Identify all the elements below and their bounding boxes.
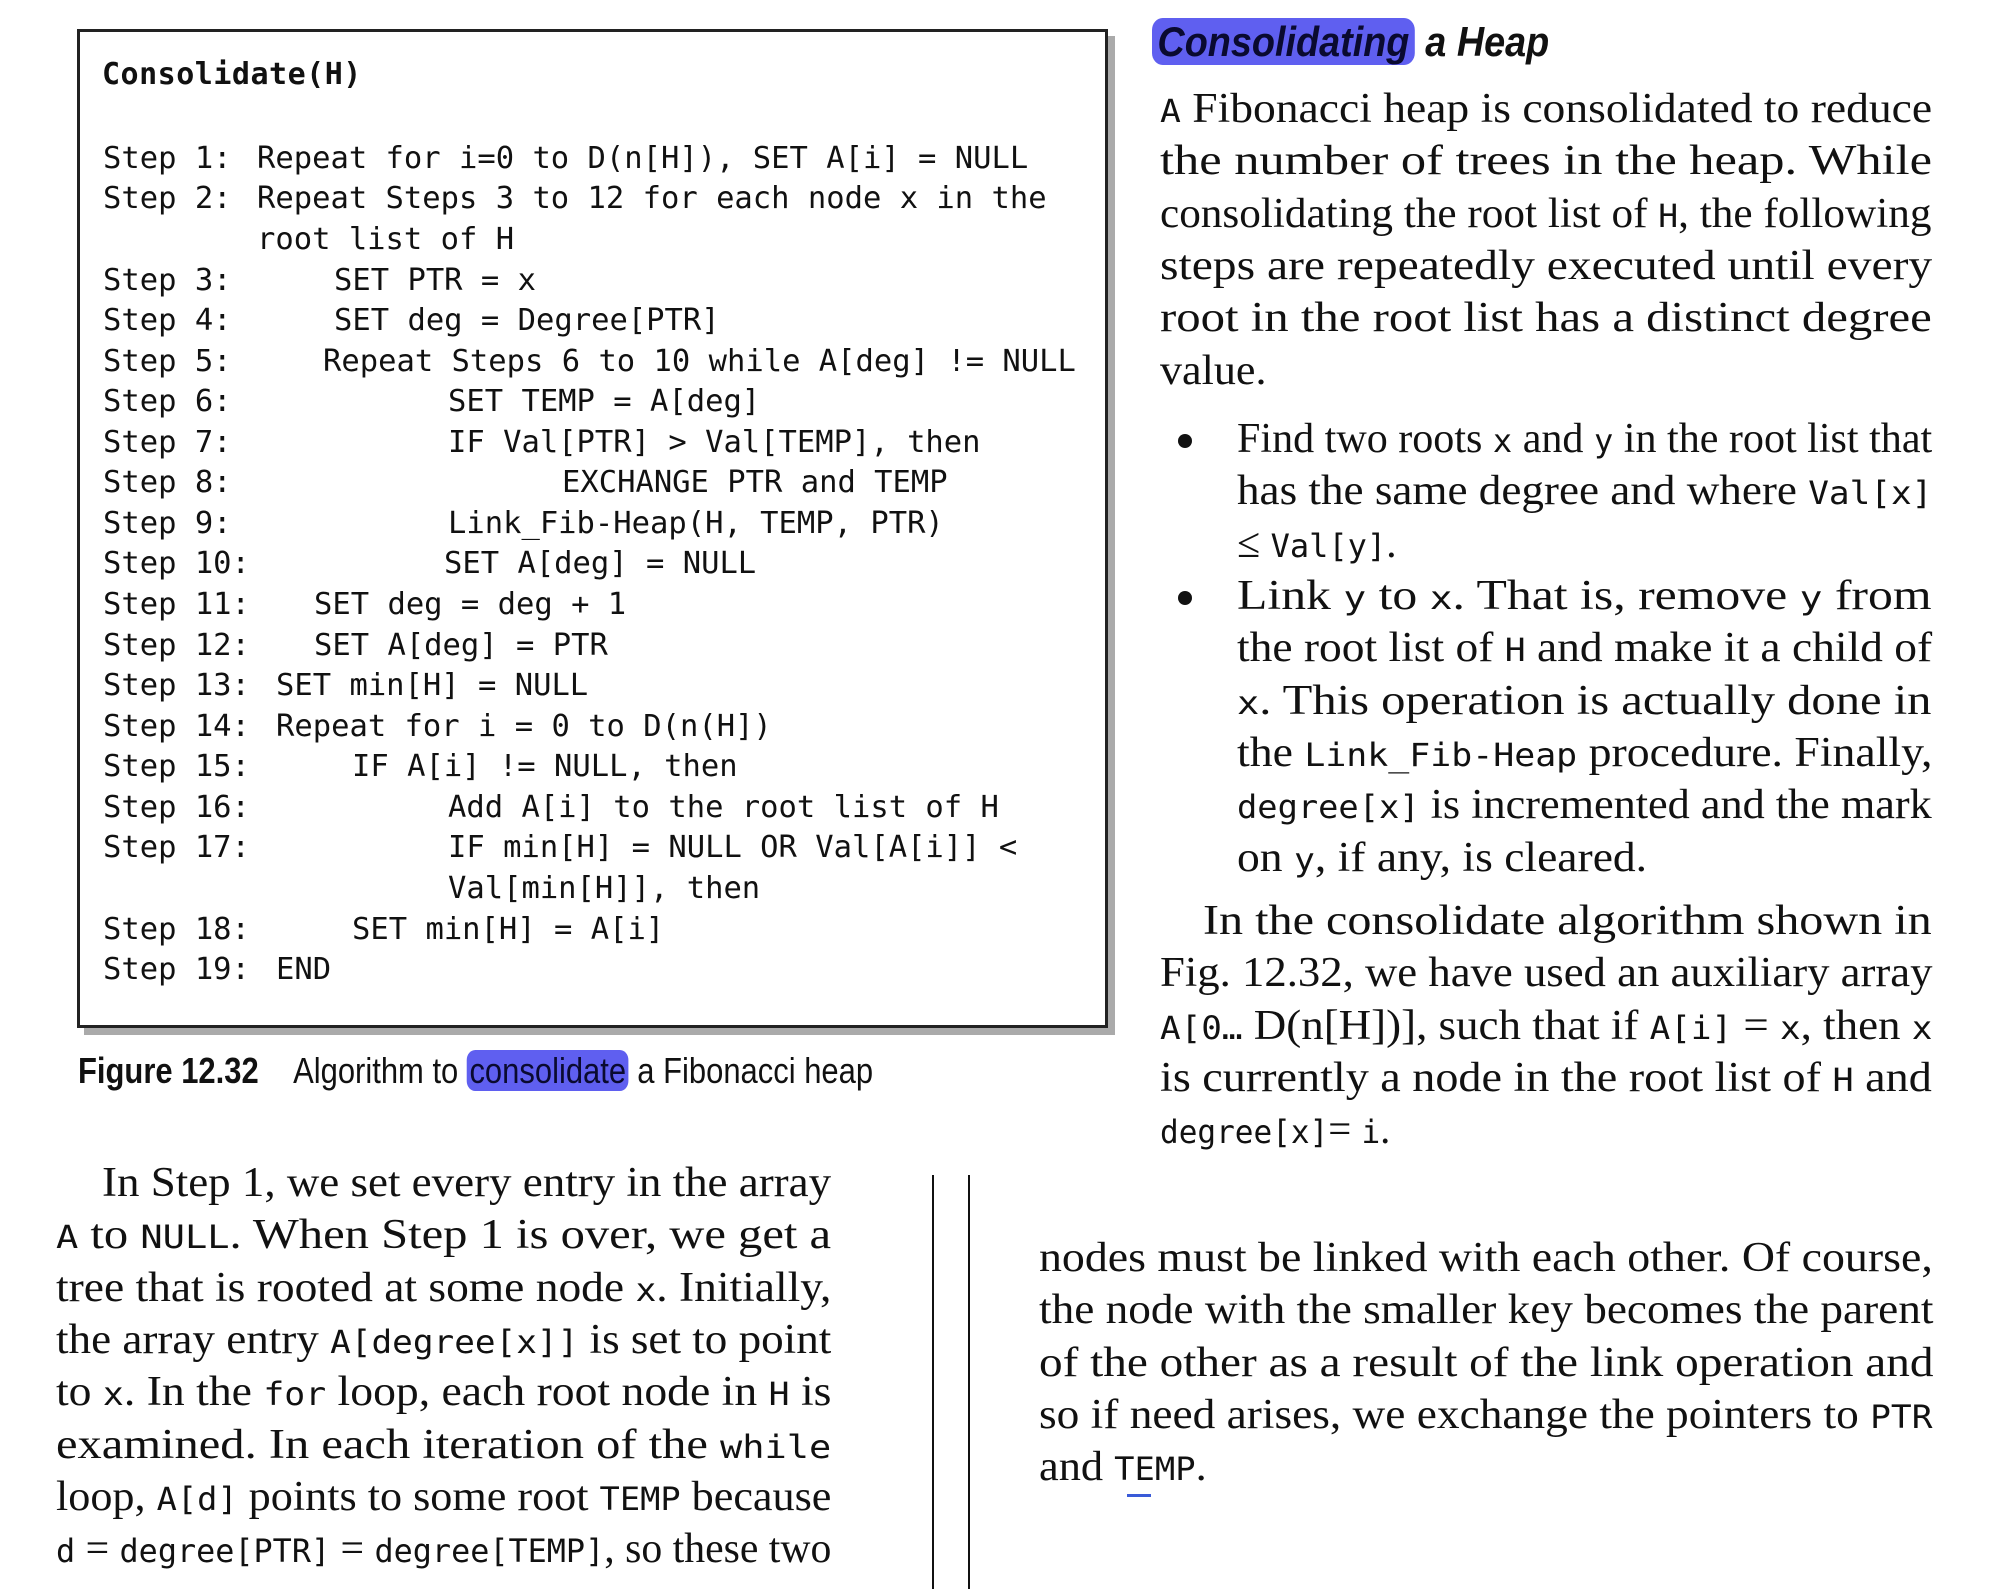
left-column-line: tree that is rooted at some node x. Init… [56,1264,832,1311]
algorithm-step-code: IF Val[PTR] > Val[TEMP], then [448,425,981,460]
caption-text-before: Algorithm to [293,1050,467,1091]
intro-paragraph-line: steps are repeatedly executed until ever… [1160,242,1933,289]
bullet-dot [1178,591,1192,605]
bullet-line: the Link_Fib-Heap procedure. Finally, [1237,729,1933,776]
algorithm-step-label: Step 4: [103,303,232,338]
column-rule-right [968,1175,970,1589]
paragraph-line: is currently a node in the root list of … [1160,1054,1932,1101]
bullet-line: on y, if any, is cleared. [1237,834,1648,881]
algorithm-step-label: Step 12: [103,628,250,663]
heading-highlighted-word: Consolidating [1152,18,1415,65]
left-column-line: loop, A[d] points to some root TEMP beca… [56,1473,832,1520]
algorithm-step-code: Val[min[H]], then [448,871,761,906]
algorithm-step-label: Step 19: [103,952,250,987]
algorithm-step-code: Link_Fib-Heap(H, TEMP, PTR) [448,506,944,541]
bullet-line: Link y to x. That is, remove y from [1237,573,1932,619]
algorithm-step-label: Step 10: [103,546,250,581]
algorithm-step-code: IF min[H] = NULL OR Val[A[i]] < [448,830,1018,865]
left-column-line: In Step 1, we set every entry in the arr… [102,1160,832,1206]
left-column-line: the array entry A[degree[x]] is set to p… [56,1316,832,1363]
left-column-line: to x. In the for loop, each root node in… [56,1369,832,1416]
algorithm-step-label: Step 3: [103,263,232,298]
algorithm-step-code: root list of H [257,222,515,257]
paragraph-line: In the consolidate algorithm shown in [1203,898,1932,944]
right-column-line: nodes must be linked with each other. Of… [1039,1235,1933,1281]
algorithm-step-code: SET TEMP = A[deg] [448,384,761,419]
heading-rest: a Heap [1414,18,1550,65]
algorithm-step-code: Repeat for i = 0 to D(n(H]) [276,709,772,744]
section-heading: Consolidating a Heap [1152,18,1549,66]
algorithm-step-code: SET min[H] = NULL [276,668,589,703]
algorithm-title: Consolidate(H) [102,57,362,92]
algorithm-step-label: Step 15: [103,749,250,784]
caption-text-after: a Fibonacci heap [628,1050,874,1091]
intro-paragraph-line: consolidating the root list of H, the fo… [1160,190,1932,237]
algorithm-step-code: Repeat Steps 3 to 12 for each node x in … [257,181,1047,216]
algorithm-step-code: SET PTR = x [334,263,536,298]
paragraph-line: A[0… D(n[H])], such that if A[i] = x, th… [1160,1002,1933,1049]
right-column-line: of the other as a result of the link ope… [1039,1339,1934,1386]
left-column-line: examined. In each iteration of the while [56,1421,832,1468]
left-column-line: A to NULL. When Step 1 is over, we get a [56,1212,832,1259]
algorithm-step-label: Step 13: [103,668,250,703]
algorithm-step-label: Step 7: [103,425,232,460]
algorithm-step-code: SET deg = deg + 1 [314,587,627,622]
intro-paragraph-line: A Fibonacci heap is consolidated to redu… [1160,86,1933,132]
column-rule-left [932,1175,934,1589]
algorithm-step-label: Step 16: [103,790,250,825]
algorithm-step-label: Step 17: [103,830,250,865]
algorithm-step-code: Add A[i] to the root list of H [448,790,999,825]
caption-highlighted-word: consolidate [466,1050,629,1091]
figure-caption: Figure 12.32 Algorithm to consolidate a F… [78,1050,873,1092]
bullet-line: degree[x] is incremented and the mark [1237,782,1932,829]
intro-paragraph-line: the number of trees in the heap. While [1160,138,1933,185]
right-column-line: so if need arises, we exchange the point… [1039,1391,1933,1438]
algorithm-step-code: SET min[H] = A[i] [352,912,665,947]
paragraph-line: degree[x]= i. [1160,1107,1391,1154]
algorithm-step-label: Step 2: [103,181,232,216]
bullet-line: x. This operation is actually done in [1237,677,1932,724]
algorithm-step-label: Step 5: [103,344,232,379]
bullet-line: Find two roots x and y in the root list … [1237,416,1933,462]
algorithm-step-label: Step 9: [103,506,232,541]
algorithm-step-code: Repeat Steps 6 to 10 while A[deg] != NUL… [323,344,1076,379]
left-column-line: d = degree[PTR] = degree[TEMP], so these… [56,1526,832,1573]
paragraph-line: Fig. 12.32, we have used an auxiliary ar… [1160,950,1933,997]
algorithm-step-code: END [276,952,332,987]
algorithm-step-label: Step 11: [103,587,250,622]
bullet-line: the root list of H and make it a child o… [1237,625,1933,672]
algorithm-step-label: Step 18: [103,912,250,947]
algorithm-step-code: SET A[deg] = PTR [314,628,608,663]
intro-paragraph-line: value. [1160,347,1267,394]
algorithm-step-label: Step 14: [103,709,250,744]
algorithm-step-code: Repeat for i=0 to D(n[H]), SET A[i] = NU… [257,141,1029,176]
text-underline-mark [1127,1494,1151,1497]
algorithm-step-label: Step 1: [103,141,232,176]
right-column-line: the node with the smaller key becomes th… [1039,1287,1934,1334]
algorithm-step-code: SET deg = Degree[PTR] [334,303,720,338]
figure-label: Figure 12.32 [78,1050,259,1091]
algorithm-step-label: Step 8: [103,465,232,500]
bullet-line: ≤ Val[y]. [1237,520,1397,567]
algorithm-step-code: SET A[deg] = NULL [444,546,757,581]
algorithm-step-code: IF A[i] != NULL, then [352,749,738,784]
algorithm-step-label: Step 6: [103,384,232,419]
bullet-dot [1178,434,1192,448]
bullet-line: has the same degree and where Val[x] [1237,468,1933,515]
algorithm-step-code: EXCHANGE PTR and TEMP [562,465,948,500]
intro-paragraph-line: root in the root list has a distinct deg… [1160,295,1932,342]
right-column-line: and TEMP. [1039,1444,1207,1491]
